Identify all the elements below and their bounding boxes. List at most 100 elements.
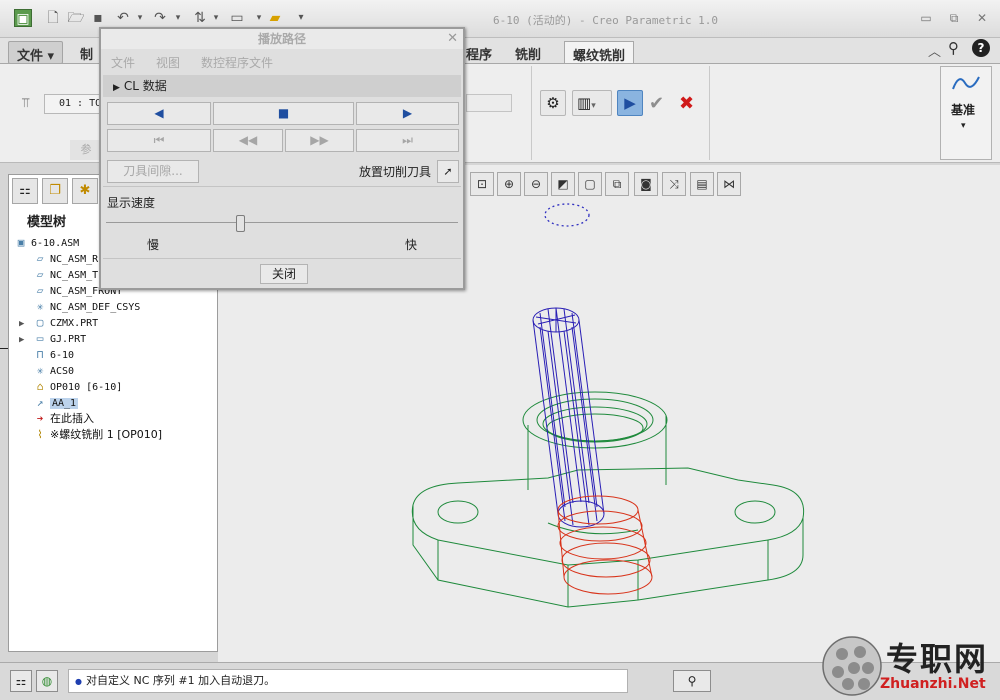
tree-item-label: 6-10: [50, 350, 75, 361]
repaint-icon[interactable]: ◩: [551, 172, 575, 196]
last-frame-button[interactable]: ⏭: [356, 129, 459, 152]
tab-partial[interactable]: 制: [72, 41, 101, 64]
workcell-icon: ⊓: [36, 348, 44, 361]
cl-data-row[interactable]: ▶ CL 数据: [103, 75, 461, 97]
browser-icon[interactable]: ◍: [36, 670, 58, 692]
play-button[interactable]: ▶: [356, 102, 459, 125]
ref-tab[interactable]: 参: [70, 140, 102, 160]
tool-clearance-button[interactable]: 刀具间隙...: [107, 160, 199, 183]
regenerate-dropdown-icon[interactable]: ▾: [207, 9, 225, 27]
dialog-separator: [103, 258, 461, 259]
close-dialog-button[interactable]: 关闭: [260, 264, 308, 284]
tree-expand-icon[interactable]: ▶: [19, 332, 24, 348]
tree-expand-icon[interactable]: ▶: [19, 316, 24, 332]
verify-tool-icon[interactable]: ▥▾: [572, 90, 612, 116]
model-tree-tab-icon[interactable]: ⚏: [12, 178, 38, 204]
tree-item-label: ACS0: [50, 366, 75, 377]
tool-combo[interactable]: 01 : TO: [44, 94, 104, 114]
layers-tab-icon[interactable]: ❐: [42, 178, 68, 204]
tree-item[interactable]: ▶ ▭ GJ.PRT: [19, 331, 86, 347]
save-icon[interactable]: ▪: [89, 9, 107, 27]
first-frame-button[interactable]: ⏮: [107, 129, 211, 152]
tab-thread-milling[interactable]: 螺纹铣削: [564, 41, 635, 64]
tab-milling[interactable]: 铣削: [507, 41, 549, 64]
tree-item-label: NC_ASM_DEF_CSYS: [50, 302, 141, 313]
display-style-icon[interactable]: ▢: [578, 172, 602, 196]
minimize-ribbon-icon[interactable]: ︿: [928, 41, 941, 60]
model-tree-title: 模型树: [27, 215, 67, 230]
step-back-button[interactable]: ◀◀: [213, 129, 283, 152]
dialog-close-icon[interactable]: ✕: [447, 31, 458, 46]
tree-item[interactable]: ▶ ▢ CZMX.PRT: [19, 315, 99, 331]
smart-filter-icon[interactable]: ⚲: [673, 670, 711, 692]
windows-icon[interactable]: ▭: [228, 9, 246, 27]
close-window-icon[interactable]: ▰: [266, 9, 284, 27]
open-folder-icon[interactable]: 🗁: [67, 9, 85, 27]
tree-item[interactable]: ✳ ACS0: [33, 363, 74, 379]
rewind-button[interactable]: ◀: [107, 102, 211, 125]
zoom-in-icon[interactable]: ⊕: [497, 172, 521, 196]
speed-slider-thumb[interactable]: [235, 215, 245, 232]
tree-item-label: CZMX.PRT: [50, 318, 99, 329]
restore-button[interactable]: ⧉: [944, 9, 964, 27]
tree-item[interactable]: ⌇ ※螺纹铣削 1 [OP010]: [33, 427, 162, 443]
tree-item[interactable]: ↗ AA_1: [33, 395, 79, 411]
new-file-icon[interactable]: 🗋: [44, 9, 62, 27]
refit-icon[interactable]: ⊡: [470, 172, 494, 196]
csys-icon: ✳: [36, 364, 44, 377]
stop-button[interactable]: ■: [213, 102, 354, 125]
annotation-display-icon[interactable]: ▤: [690, 172, 714, 196]
tree-item-label: AA_1: [50, 398, 79, 409]
cl-expand-icon[interactable]: ▶: [113, 83, 120, 93]
watermark-cn-text: 专职网: [886, 640, 989, 678]
undo-dropdown-icon[interactable]: ▾: [131, 9, 149, 27]
tree-item[interactable]: ▱ NC_ASM_T: [33, 267, 98, 283]
menu-nc-file[interactable]: 数控程序文件: [201, 54, 273, 71]
assembly-icon: ▣: [17, 236, 25, 249]
tree-item[interactable]: ▣ 6-10.ASM: [14, 235, 79, 251]
saved-orientations-icon[interactable]: ⧉: [605, 172, 629, 196]
datum-axis-icon: ↗: [36, 396, 44, 409]
zoom-out-icon[interactable]: ⊖: [524, 172, 548, 196]
close-button[interactable]: ✕: [972, 9, 992, 27]
cl-data-label: CL 数据: [123, 79, 167, 93]
redo-icon[interactable]: ↷: [151, 9, 169, 27]
minimize-button[interactable]: ▭: [916, 9, 936, 27]
redo-dropdown-icon[interactable]: ▾: [169, 9, 187, 27]
datum-sketch-icon: [952, 76, 980, 90]
datum-display-icon[interactable]: ⤨: [662, 172, 686, 196]
datum-plane-icon: ▱: [36, 284, 44, 297]
customize-toolbar-icon[interactable]: ▾: [292, 9, 310, 27]
search-icon[interactable]: ⚲: [948, 39, 959, 57]
splitter-mark: [0, 348, 8, 349]
datum-label: 基准: [951, 103, 976, 117]
show-navigator-icon[interactable]: ⚏: [10, 670, 32, 692]
tree-item[interactable]: ▱ NC_ASM_R: [33, 251, 98, 267]
tab-file[interactable]: 文件 ▾: [8, 41, 64, 64]
confirm-checkmark-icon[interactable]: ✔: [649, 93, 664, 114]
place-cutter-pointer-icon[interactable]: ➚: [437, 160, 459, 183]
part-icon: ▭: [36, 332, 44, 345]
cancel-x-icon[interactable]: ✖: [679, 93, 694, 114]
speed-slider-track[interactable]: [106, 222, 458, 223]
tree-item[interactable]: ⌂ OP010 [6-10]: [33, 379, 123, 395]
play-path-dialog: 播放路径 ✕ 文件 视图 数控程序文件 ▶ CL 数据 ◀ ■ ▶ ⏮ ◀◀ ▶▶…: [99, 27, 465, 290]
undo-icon[interactable]: ↶: [114, 9, 132, 27]
view-manager-icon[interactable]: ◙: [634, 172, 658, 196]
menu-file[interactable]: 文件: [111, 54, 135, 71]
ribbon-field[interactable]: [466, 94, 512, 112]
spin-center-icon[interactable]: ⋈: [717, 172, 741, 196]
datum-group[interactable]: 基准 ▾: [940, 66, 992, 160]
dynamic-simulation-icon[interactable]: ⚙: [540, 90, 566, 116]
menu-view[interactable]: 视图: [156, 54, 180, 71]
step-forward-button[interactable]: ▶▶: [285, 129, 354, 152]
watermark-en-text: Zhuanzhi.Net: [880, 676, 986, 692]
favorites-tab-icon[interactable]: ✱: [72, 178, 98, 204]
play-path-button[interactable]: ▶: [617, 90, 643, 116]
datum-plane-icon: ▱: [36, 252, 44, 265]
tree-item[interactable]: ➔ 在此插入: [33, 411, 94, 427]
tree-item[interactable]: ⊓ 6-10: [33, 347, 74, 363]
help-icon[interactable]: ?: [972, 39, 990, 57]
tree-item[interactable]: ✳ NC_ASM_DEF_CSYS: [33, 299, 141, 315]
window-title: 6-10 (活动的) - Creo Parametric 1.0: [493, 14, 719, 27]
